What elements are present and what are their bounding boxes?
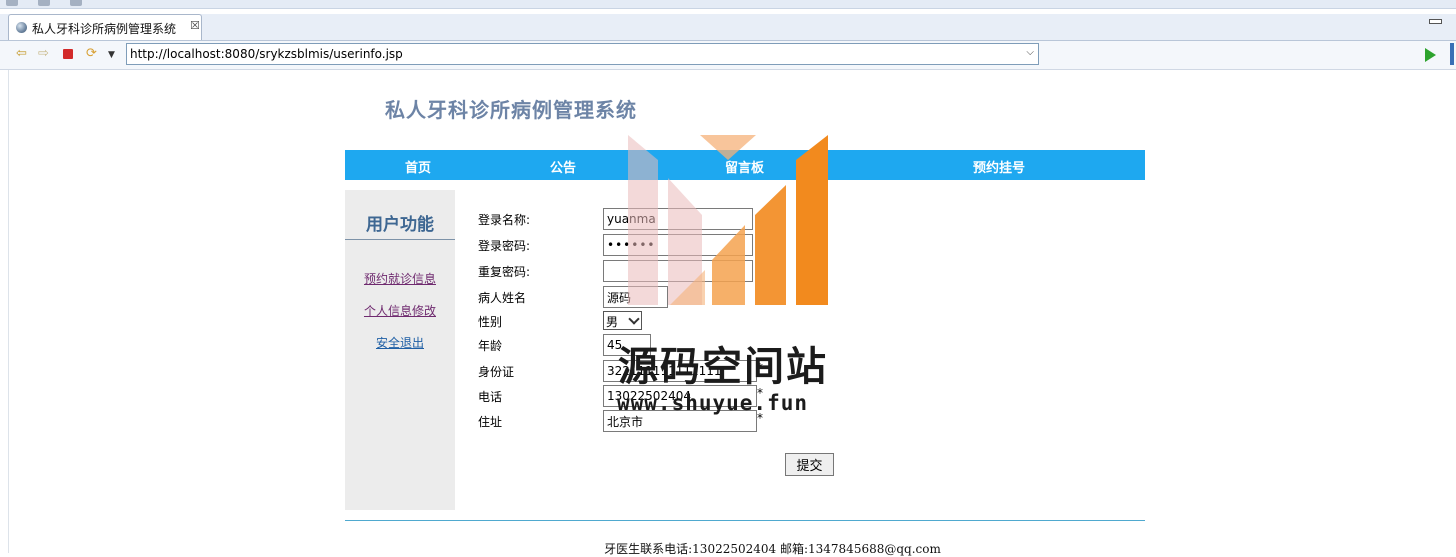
main-nav: 首页 公告 留言板 预约挂号 xyxy=(345,150,1145,180)
label-age: 年龄 xyxy=(478,339,503,353)
ide-toolbar-strip xyxy=(0,0,1456,9)
divider xyxy=(345,239,455,240)
footer-contact: 牙医生联系电话:13022502404 邮箱:1347845688@qq.com xyxy=(604,542,941,556)
nav-notice[interactable]: 公告 xyxy=(550,157,576,176)
toolbar-divider xyxy=(1450,43,1454,65)
age-field[interactable] xyxy=(603,334,651,356)
nav-guestbook[interactable]: 留言板 xyxy=(725,157,764,176)
label-address: 住址 xyxy=(478,415,503,429)
toolbar-icon[interactable] xyxy=(38,0,50,6)
globe-icon xyxy=(16,22,27,33)
label-repeat-password: 重复密码: xyxy=(478,265,531,279)
toolbar-icon[interactable] xyxy=(6,0,18,6)
url-input[interactable] xyxy=(130,46,1010,62)
forward-arrow-icon[interactable]: ⇨ xyxy=(38,47,49,61)
frame-border xyxy=(8,70,9,553)
refresh-icon[interactable]: ⟳ xyxy=(86,47,97,61)
gender-select[interactable]: 男 xyxy=(603,311,642,330)
chevron-down-icon xyxy=(628,313,640,325)
label-id-card: 身份证 xyxy=(478,365,515,379)
patient-name-field[interactable] xyxy=(603,286,668,308)
back-arrow-icon[interactable]: ⇦ xyxy=(16,47,27,61)
address-field[interactable] xyxy=(603,410,757,432)
id-card-field[interactable] xyxy=(603,360,757,382)
toolbar-icon[interactable] xyxy=(70,0,82,6)
chevron-down-icon[interactable]: ▼ xyxy=(108,48,115,62)
password-field[interactable] xyxy=(603,234,753,256)
phone-field[interactable] xyxy=(603,385,757,407)
close-icon[interactable]: ☒ xyxy=(190,19,200,32)
tab-title: 私人牙科诊所病例管理系统 xyxy=(32,22,177,36)
browser-nav-bar: ⇦ ⇨ ⟳ ▼ ⌵ xyxy=(0,41,1456,70)
submit-button[interactable]: 提交 xyxy=(785,453,834,476)
nav-home[interactable]: 首页 xyxy=(405,157,431,176)
site-title: 私人牙科诊所病例管理系统 xyxy=(385,98,637,122)
browser-tab[interactable]: 私人牙科诊所病例管理系统 ☒ xyxy=(8,14,202,40)
chevron-down-icon[interactable]: ⌵ xyxy=(1026,47,1034,58)
nav-appointment[interactable]: 预约挂号 xyxy=(973,157,1025,176)
label-password: 登录密码: xyxy=(478,239,531,253)
stop-icon[interactable] xyxy=(63,49,73,59)
minimize-icon[interactable] xyxy=(1429,19,1442,24)
label-username: 登录名称: xyxy=(478,213,531,227)
sidebar-link-appointments[interactable]: 预约就诊信息 xyxy=(345,270,455,287)
go-icon[interactable] xyxy=(1425,48,1436,62)
sidebar-link-edit-profile[interactable]: 个人信息修改 xyxy=(345,302,455,319)
required-mark: * xyxy=(757,361,763,375)
sidebar-heading: 用户功能 xyxy=(366,215,434,235)
url-bar[interactable]: ⌵ xyxy=(126,43,1039,65)
editor-tab-bar: 私人牙科诊所病例管理系统 ☒ xyxy=(0,14,1456,41)
repeat-password-field[interactable] xyxy=(603,260,753,282)
label-gender: 性别 xyxy=(478,315,503,329)
required-mark: * xyxy=(757,411,763,425)
username-field[interactable] xyxy=(603,208,753,230)
label-patient-name: 病人姓名 xyxy=(478,291,527,305)
required-mark: * xyxy=(757,386,763,400)
footer-divider xyxy=(345,520,1145,521)
sidebar-link-logout[interactable]: 安全退出 xyxy=(345,334,455,351)
label-phone: 电话 xyxy=(478,390,503,404)
gender-value: 男 xyxy=(606,315,619,329)
sidebar: 用户功能 预约就诊信息 个人信息修改 安全退出 xyxy=(345,190,455,510)
